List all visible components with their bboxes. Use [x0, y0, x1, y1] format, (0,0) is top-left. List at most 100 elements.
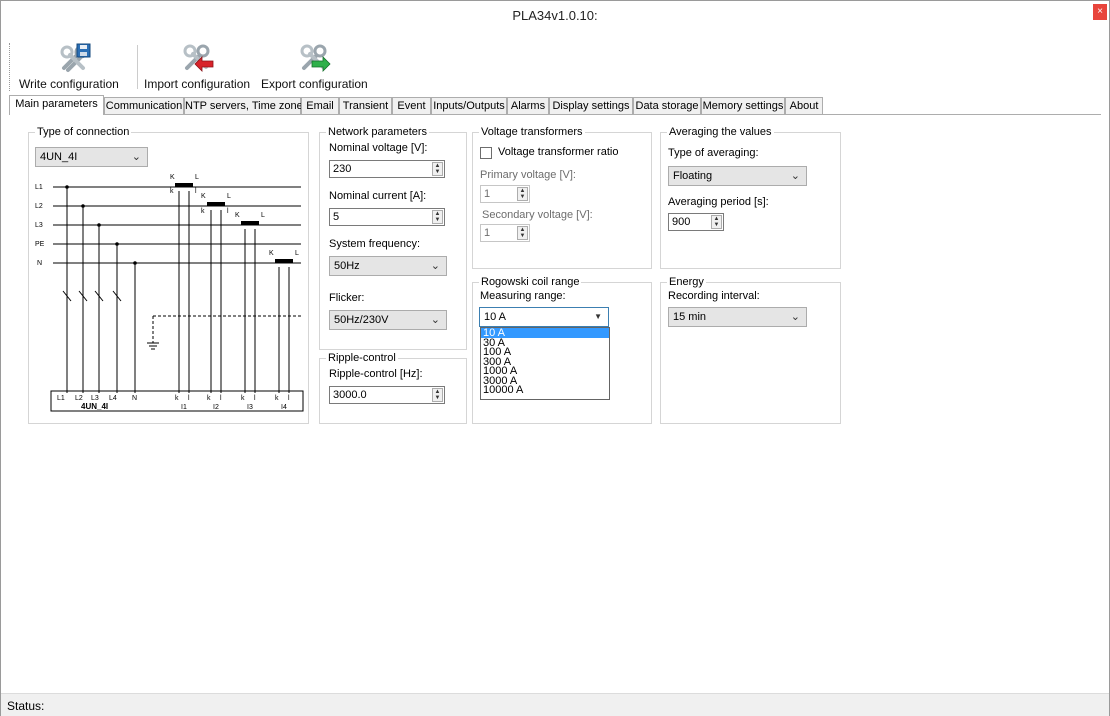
import-configuration-button[interactable]: Import configuration — [144, 39, 262, 93]
terminal-k2: k — [207, 395, 211, 402]
title-bar: PLA34v1.0.10: × — [1, 1, 1109, 29]
write-configuration-icon — [60, 43, 91, 72]
dropdown-option[interactable]: 10000 A — [481, 385, 609, 395]
ct-label-l: L — [195, 174, 199, 181]
dropdown-arrow-icon: ▼ — [594, 312, 602, 321]
system-frequency-label: System frequency: — [329, 238, 421, 250]
write-configuration-label: Write configuration — [19, 77, 119, 91]
spin-arrows-icon[interactable]: ▲ ▼ — [432, 210, 443, 224]
averaging-group-label: Averaging the values — [667, 126, 774, 138]
export-configuration-button[interactable]: Export configuration — [261, 39, 379, 93]
tab-ntp-servers[interactable]: NTP servers, Time zone — [184, 97, 303, 114]
nominal-current-input[interactable]: 5 ▲ ▼ — [329, 208, 445, 226]
ripple-control-input[interactable]: 3000.0 ▲ ▼ — [329, 386, 445, 404]
ct2-label-l-small: l — [227, 208, 229, 215]
flicker-label: Flicker: — [329, 292, 365, 304]
nominal-current-value: 5 — [333, 211, 340, 223]
ct-label-l-small: l — [195, 188, 197, 195]
terminal-l2s: l — [220, 395, 222, 402]
averaging-type-select[interactable]: Floating ⌄ — [668, 166, 807, 186]
primary-voltage-label: Primary voltage [V]: — [480, 169, 576, 181]
measuring-range-dropdown: 10 A 30 A 100 A 300 A 1000 A 3000 A 1000… — [480, 327, 610, 400]
line-label-n: N — [37, 260, 42, 267]
recording-interval-select[interactable]: 15 min ⌄ — [668, 307, 807, 327]
network-parameters-label: Network parameters — [326, 126, 430, 138]
nominal-current-label: Nominal current [A]: — [329, 190, 427, 202]
vt-ratio-checkbox[interactable] — [480, 147, 492, 159]
recording-interval-label: Recording interval: — [668, 290, 760, 302]
system-frequency-value: 50Hz — [334, 260, 360, 272]
tab-alarms[interactable]: Alarms — [507, 97, 549, 114]
ripple-control-label: Ripple-control [Hz]: — [329, 368, 423, 380]
averaging-type-label: Type of averaging: — [668, 147, 759, 159]
energy-group-label: Energy — [667, 276, 706, 288]
chevron-down-icon: ⌄ — [131, 151, 141, 163]
measuring-range-select[interactable]: 10 A ▼ — [479, 307, 609, 327]
connection-type-value: 4UN_4I — [40, 151, 78, 163]
current-label-i4: I4 — [281, 404, 287, 411]
chevron-down-icon: ⌄ — [430, 314, 440, 326]
connection-group-label: Type of connection — [35, 126, 132, 138]
tab-main-parameters[interactable]: Main parameters — [9, 95, 104, 115]
rogowski-coil-label: Rogowski coil range — [479, 276, 582, 288]
window-title: PLA34v1.0.10: — [512, 8, 598, 23]
connection-type-select[interactable]: 4UN_4I ⌄ — [35, 147, 148, 167]
vt-ratio-label: Voltage transformer ratio — [498, 146, 619, 158]
spin-arrows-icon[interactable]: ▲ ▼ — [711, 215, 722, 229]
tab-memory-settings[interactable]: Memory settings — [701, 97, 785, 114]
spin-arrows-icon[interactable]: ▲ ▼ — [432, 162, 443, 176]
ripple-control-group: Ripple-control Ripple-control [Hz]: 3000… — [319, 352, 467, 424]
averaging-period-value: 900 — [672, 216, 691, 228]
terminal-block-name: 4UN_4I — [81, 402, 108, 411]
measuring-range-label: Measuring range: — [480, 290, 566, 302]
export-configuration-icon — [300, 44, 331, 72]
write-configuration-button[interactable]: Write configuration — [19, 39, 137, 93]
spin-arrows-icon[interactable]: ▲ ▼ — [432, 388, 443, 402]
rogowski-coil-group: Rogowski coil range Measuring range: 10 … — [472, 276, 652, 424]
current-label-i3: I3 — [247, 404, 253, 411]
ct2-label-k-small: k — [201, 208, 205, 215]
import-configuration-icon — [183, 44, 214, 72]
flicker-select[interactable]: 50Hz/230V ⌄ — [329, 310, 447, 330]
spin-arrows-icon: ▲ ▼ — [517, 226, 528, 240]
tab-event[interactable]: Event — [392, 97, 431, 114]
terminal-l3: L3 — [91, 395, 99, 402]
terminal-l1s: l — [188, 395, 190, 402]
ct3-label-k: K — [235, 212, 240, 219]
ct2-label-l: L — [227, 193, 231, 200]
primary-voltage-input: 1 ▲ ▼ — [480, 185, 530, 203]
ct2-label-k: K — [201, 193, 206, 200]
ripple-control-value: 3000.0 — [333, 389, 367, 401]
terminal-l4: L4 — [109, 395, 117, 402]
terminal-l2: L2 — [75, 395, 83, 402]
chevron-down-icon: ⌄ — [430, 260, 440, 272]
secondary-voltage-label: Secondary voltage [V]: — [482, 209, 593, 221]
tab-transient[interactable]: Transient — [339, 97, 392, 114]
chevron-down-icon: ⌄ — [790, 311, 800, 323]
terminal-l3s: l — [254, 395, 256, 402]
toolbar: Write configuration Import configuration… — [9, 39, 1107, 93]
ct4-label-k: K — [269, 250, 274, 257]
toolbar-grip[interactable] — [9, 43, 13, 91]
terminal-l1: L1 — [57, 395, 65, 402]
averaging-period-label: Averaging period [s]: — [668, 196, 769, 208]
averaging-period-input[interactable]: 900 ▲ ▼ — [668, 213, 724, 231]
tab-email[interactable]: Email — [301, 97, 339, 114]
recording-interval-value: 15 min — [673, 311, 707, 323]
primary-voltage-value: 1 — [484, 188, 491, 200]
tab-display-settings[interactable]: Display settings — [549, 97, 633, 114]
voltage-transformers-group: Voltage transformers Voltage transformer… — [472, 126, 652, 269]
tab-inputs-outputs[interactable]: Inputs/Outputs — [431, 97, 507, 114]
system-frequency-select[interactable]: 50Hz ⌄ — [329, 256, 447, 276]
measuring-range-value: 10 A — [484, 311, 507, 323]
line-label-pe: PE — [35, 241, 45, 248]
close-button[interactable]: × — [1093, 4, 1107, 20]
current-label-i2: I2 — [213, 404, 219, 411]
tab-about[interactable]: About — [785, 97, 823, 114]
nominal-voltage-label: Nominal voltage [V]: — [329, 142, 428, 154]
ct-label-k: K — [170, 174, 175, 181]
tab-communication[interactable]: Communication — [104, 97, 184, 114]
tab-data-storage[interactable]: Data storage — [633, 97, 701, 114]
nominal-voltage-input[interactable]: 230 ▲ ▼ — [329, 160, 445, 178]
status-label: Status: — [7, 699, 45, 713]
